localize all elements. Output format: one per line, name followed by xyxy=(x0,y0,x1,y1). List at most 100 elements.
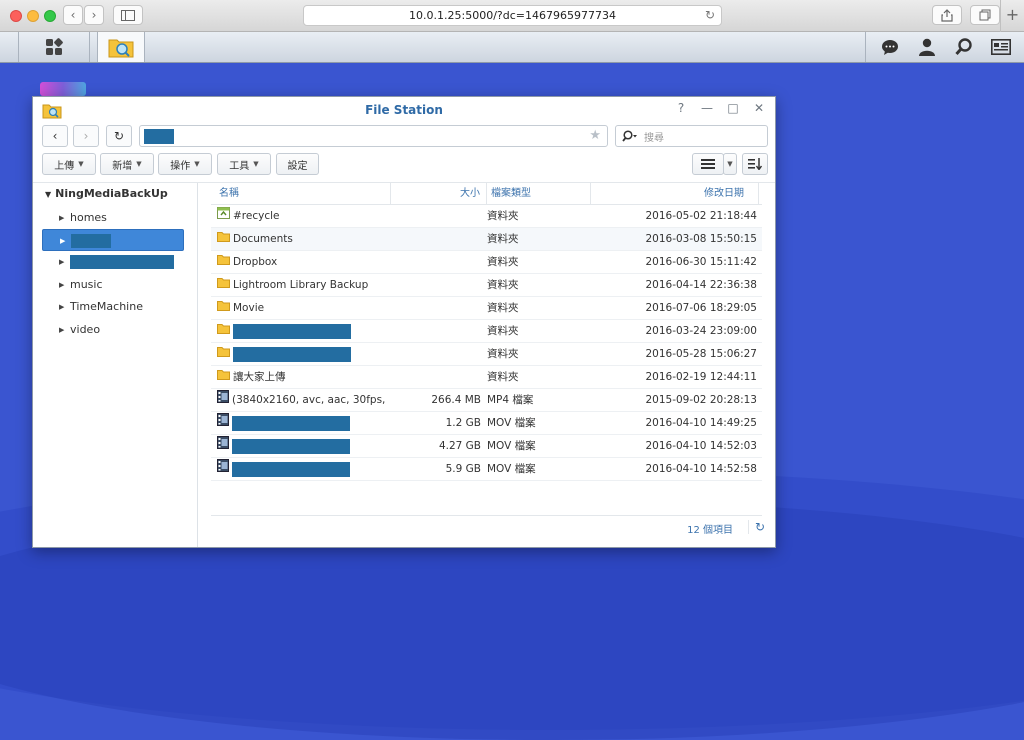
favorite-star-icon[interactable]: ★ xyxy=(589,128,601,143)
sort-button[interactable] xyxy=(742,153,768,175)
tools-button[interactable]: 工具 ▼ xyxy=(217,153,271,175)
table-row[interactable]: Lightroom Library Backup 資料夾 2016-04-14 22… xyxy=(211,274,762,297)
table-row[interactable]: Movie 資料夾 2016-07-06 18:29:05 xyxy=(211,297,762,320)
cell-date: 2016-05-02 21:18:44 xyxy=(645,210,757,222)
column-header-size[interactable]: 大小 xyxy=(391,183,487,204)
tabs-icon xyxy=(979,9,991,21)
view-mode-dropdown[interactable]: ▼ xyxy=(723,153,737,175)
collapsed-arrow-icon[interactable]: ▶ xyxy=(59,251,64,273)
forward-button[interactable]: › xyxy=(73,125,99,147)
maximize-button[interactable]: □ xyxy=(727,101,739,115)
table-row[interactable]: (3840x2160, avc, aac, 30fps, ... 266.4 MB… xyxy=(211,389,762,412)
recycle-folder-icon xyxy=(217,205,230,227)
minimize-window-button[interactable] xyxy=(27,10,39,22)
redacted-name xyxy=(233,346,351,362)
settings-button[interactable]: 設定 xyxy=(276,153,319,175)
path-segment[interactable] xyxy=(144,129,174,144)
close-button[interactable]: ✕ xyxy=(753,101,765,115)
search-button[interactable] xyxy=(952,36,975,58)
file-list-header: 名稱 大小 檔案類型 修改日期 xyxy=(211,183,762,205)
folder-icon xyxy=(217,228,230,250)
refresh-button[interactable]: ↻ xyxy=(106,125,132,147)
tree-root[interactable]: ▼ NingMediaBackUp xyxy=(45,187,168,200)
table-row[interactable]: Dropbox 資料夾 2016-06-30 15:11:42 xyxy=(211,251,762,274)
share-button[interactable] xyxy=(932,5,962,25)
expanded-arrow-icon[interactable]: ▼ xyxy=(45,190,51,199)
search-icon xyxy=(955,38,972,56)
file-station-icon xyxy=(108,39,134,58)
tree-item-homes[interactable]: ▶ homes xyxy=(42,207,184,229)
cell-name xyxy=(217,458,389,480)
zoom-window-button[interactable] xyxy=(44,10,56,22)
cell-name: (3840x2160, avc, aac, 30fps, ... xyxy=(217,389,389,411)
cell-size xyxy=(391,297,481,319)
browser-back-button[interactable]: ‹ xyxy=(63,5,83,25)
tree-item-timemachine[interactable]: ▶ TimeMachine xyxy=(42,296,184,318)
folder-icon xyxy=(217,251,230,273)
search-input[interactable]: 搜尋 xyxy=(615,125,768,147)
taskbar-file-station-button[interactable] xyxy=(97,32,145,62)
tree-item-video[interactable]: ▶ video xyxy=(42,319,184,341)
cell-size xyxy=(391,205,481,227)
table-row[interactable]: 資料夾 2016-03-24 23:09:00 xyxy=(211,320,762,343)
browser-forward-button[interactable]: › xyxy=(84,5,104,25)
table-row[interactable]: 5.9 GB MOV 檔案 2016-04-10 14:52:58 xyxy=(211,458,762,481)
tree-item-redacted[interactable]: ▶ xyxy=(42,251,184,273)
cell-date: 2016-04-10 14:52:58 xyxy=(645,463,757,475)
cell-name xyxy=(217,412,389,434)
table-row[interactable]: 4.27 GB MOV 檔案 2016-04-10 14:52:03 xyxy=(211,435,762,458)
folder-icon xyxy=(217,366,230,388)
close-window-button[interactable] xyxy=(10,10,22,22)
cell-name: Lightroom Library Backup xyxy=(217,274,389,296)
tree-item-selected[interactable]: ▶ xyxy=(42,229,184,251)
notifications-button[interactable] xyxy=(878,36,901,58)
tabs-overview-button[interactable] xyxy=(970,5,1000,25)
refresh-list-button[interactable]: ↻ xyxy=(748,520,769,534)
widgets-button[interactable] xyxy=(989,36,1012,58)
column-header-name[interactable]: 名稱 xyxy=(211,183,391,204)
cell-size: 1.2 GB xyxy=(445,417,481,429)
path-bar[interactable]: ★ xyxy=(139,125,608,147)
help-button[interactable]: ? xyxy=(675,101,687,115)
main-menu-button[interactable] xyxy=(18,32,90,62)
column-header-type[interactable]: 檔案類型 xyxy=(487,183,591,204)
collapsed-arrow-icon[interactable]: ▶ xyxy=(59,274,64,296)
sidebar-toggle-button[interactable] xyxy=(113,5,143,25)
create-button[interactable]: 新增 ▼ xyxy=(100,153,154,175)
view-mode-button[interactable] xyxy=(692,153,724,175)
desktop-shortcut-icon[interactable] xyxy=(40,82,86,96)
folder-icon xyxy=(217,320,230,342)
reload-icon[interactable]: ↻ xyxy=(705,6,715,25)
tree-item-music[interactable]: ▶ music xyxy=(42,274,184,296)
table-row[interactable]: #recycle 資料夾 2016-05-02 21:18:44 xyxy=(211,205,762,228)
minimize-button[interactable]: — xyxy=(701,101,713,115)
redacted-label xyxy=(71,234,111,248)
new-tab-button[interactable]: + xyxy=(1000,0,1024,32)
cell-name: #recycle xyxy=(217,205,389,227)
cell-name: Movie xyxy=(217,297,389,319)
action-button[interactable]: 操作 ▼ xyxy=(158,153,212,175)
file-station-window: File Station ? — □ ✕ ‹ › ↻ ★ 搜尋 上傳 ▼ 新增 ▼ … xyxy=(32,96,776,548)
column-header-date[interactable]: 修改日期 xyxy=(591,183,759,204)
upload-button[interactable]: 上傳 ▼ xyxy=(42,153,96,175)
collapsed-arrow-icon[interactable]: ▶ xyxy=(60,230,65,252)
table-row[interactable]: Documents 資料夾 2016-03-08 15:50:15 xyxy=(211,228,762,251)
back-button[interactable]: ‹ xyxy=(42,125,68,147)
cell-type: MOV 檔案 xyxy=(487,440,536,452)
collapsed-arrow-icon[interactable]: ▶ xyxy=(59,319,64,341)
user-options-button[interactable] xyxy=(915,36,938,58)
cell-date: 2016-06-30 15:11:42 xyxy=(645,256,757,268)
collapsed-arrow-icon[interactable]: ▶ xyxy=(59,296,64,318)
table-row[interactable]: 資料夾 2016-05-28 15:06:27 xyxy=(211,343,762,366)
grid-icon xyxy=(46,38,63,55)
cell-name: Documents xyxy=(217,228,389,250)
caret-down-icon: ▼ xyxy=(253,160,259,168)
search-icon xyxy=(622,130,637,142)
cell-type: MP4 檔案 xyxy=(487,394,534,406)
table-row[interactable]: 讓大家上傳 資料夾 2016-02-19 12:44:11 xyxy=(211,366,762,389)
cell-type: MOV 檔案 xyxy=(487,463,536,475)
url-bar[interactable]: 10.0.1.25:5000/?dc=1467965977734 ↻ xyxy=(303,5,722,26)
table-row[interactable]: 1.2 GB MOV 檔案 2016-04-10 14:49:25 xyxy=(211,412,762,435)
folder-tree: ▼ NingMediaBackUp ▶ homes ▶ ▶ ▶ music ▶ Time… xyxy=(33,183,198,547)
collapsed-arrow-icon[interactable]: ▶ xyxy=(59,207,64,229)
